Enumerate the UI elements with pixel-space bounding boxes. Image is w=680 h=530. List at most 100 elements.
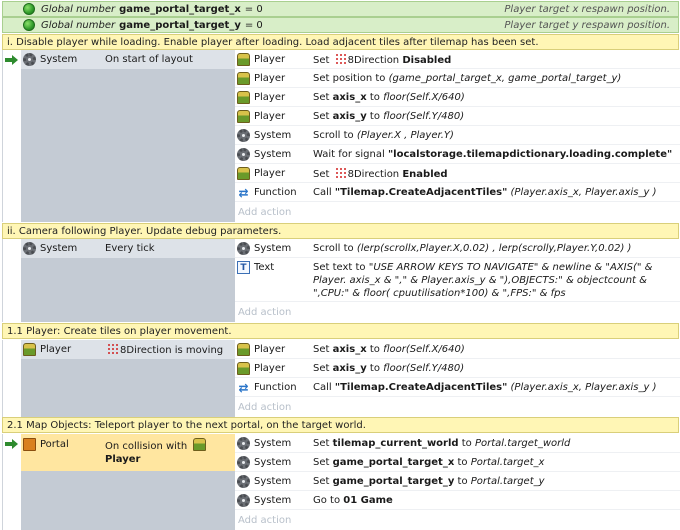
condition-text: On collision with — [105, 441, 188, 452]
function-icon: ⇄ — [238, 380, 249, 395]
gear-icon — [23, 53, 36, 66]
action-verb: Set — [313, 111, 330, 122]
action-object: Player — [254, 73, 286, 84]
condition-row[interactable]: Portal On collision with Player — [21, 434, 235, 472]
comment-row[interactable]: 2.1 Map Objects: Teleport player to the … — [2, 417, 679, 433]
global-comment: Player target x respawn position. — [504, 3, 670, 15]
condition-target: Player — [105, 454, 141, 465]
action-row[interactable]: Player Set axis_x to floor(Self.X/640) — [235, 88, 680, 107]
gear-icon — [237, 437, 250, 450]
event-block[interactable]: Portal On collision with Player System S… — [2, 434, 680, 530]
action-verb: Wait for signal — [313, 149, 385, 160]
action-row[interactable]: System Set game_portal_target_x to Porta… — [235, 453, 680, 472]
action-verb: Call — [313, 382, 332, 393]
function-icon: ⇄ — [238, 185, 249, 200]
action-row[interactable]: Player Set position to (game_portal_targ… — [235, 69, 680, 88]
event-block[interactable]: System Every tick System Scroll to (lerp… — [2, 239, 680, 322]
action-value: Disabled — [402, 55, 452, 66]
action-param: tilemap_current_world — [332, 438, 459, 449]
action-row[interactable]: System Set game_portal_target_y to Porta… — [235, 472, 680, 491]
action-object: System — [254, 149, 292, 160]
action-object: Player — [254, 92, 286, 103]
global-comment: Player target y respawn position. — [504, 19, 670, 31]
action-object: Player — [254, 54, 286, 65]
player-icon — [237, 167, 250, 180]
comment-text: ii. Camera following Player. Update debu… — [7, 225, 282, 237]
event-block[interactable]: System On start of layout Player Set 8Di… — [2, 50, 680, 222]
action-expression: (Player.X , Player.Y) — [356, 130, 454, 141]
action-row[interactable]: System Wait for signal "localstorage.til… — [235, 145, 680, 164]
action-verb: Go to — [313, 495, 341, 506]
action-param: axis_y — [332, 111, 367, 122]
arrow-right-icon — [5, 55, 19, 65]
add-action-link[interactable]: Add action — [235, 398, 680, 416]
action-row[interactable]: T Text Set text to "USE ARROW KEYS TO NAV… — [235, 258, 680, 302]
action-to: to — [461, 438, 472, 449]
gear-icon — [237, 242, 250, 255]
action-object: Text — [254, 262, 275, 273]
global-variable-row[interactable]: Global number game_portal_target_y = 0 P… — [2, 17, 679, 33]
action-object: Player — [254, 363, 286, 374]
condition-object: System — [40, 54, 78, 65]
comment-row[interactable]: 1.1 Player: Create tiles on player movem… — [2, 323, 679, 339]
action-row[interactable]: Player Set 8Direction Disabled — [235, 50, 680, 69]
comment-text: 2.1 Map Objects: Teleport player to the … — [7, 419, 366, 431]
action-verb: Scroll to — [313, 243, 354, 254]
action-param: 8Direction — [347, 55, 400, 66]
condition-object: Portal — [40, 439, 69, 450]
arrow-right-icon — [5, 439, 19, 449]
action-verb: Set — [313, 344, 330, 355]
action-expression: floor(Self.X/640) — [383, 344, 465, 355]
condition-row[interactable]: System On start of layout — [21, 50, 235, 70]
action-param: axis_x — [332, 344, 367, 355]
action-object: Function — [254, 382, 297, 393]
comment-row[interactable]: i. Disable player while loading. Enable … — [2, 34, 679, 50]
action-object: System — [254, 438, 292, 449]
action-row[interactable]: System Set tilemap_current_world to Port… — [235, 434, 680, 453]
event-block[interactable]: Player 8Direction is moving Player Set a… — [2, 340, 680, 417]
add-action-link[interactable]: Add action — [235, 511, 680, 529]
action-row[interactable]: Player Set axis_y to floor(Self.Y/480) — [235, 107, 680, 126]
condition-row[interactable]: System Every tick — [21, 239, 235, 259]
action-expression: (Player.axis_x, Player.axis_y ) — [510, 187, 657, 198]
text-icon: T — [237, 261, 250, 274]
globe-icon — [23, 3, 35, 15]
add-action-link[interactable]: Add action — [235, 303, 680, 321]
action-row[interactable]: Player Set 8Direction Enabled — [235, 164, 680, 183]
action-to: to — [369, 344, 380, 355]
action-row[interactable]: System Go to 01 Game — [235, 491, 680, 510]
gear-icon — [237, 475, 250, 488]
action-row[interactable]: ⇄ Function Call "Tilemap.CreateAdjacentTi… — [235, 183, 680, 202]
action-expression: floor(Self.X/640) — [383, 92, 465, 103]
global-variable-row[interactable]: Global number game_portal_target_x = 0 P… — [2, 1, 679, 17]
condition-column-fill — [21, 472, 235, 530]
condition-text: Every tick — [105, 243, 155, 254]
condition-column-fill — [21, 70, 235, 222]
action-verb: Scroll to — [313, 130, 354, 141]
portal-icon — [23, 438, 36, 451]
action-row[interactable]: System Scroll to (lerp(scrollx,Player.X,… — [235, 239, 680, 258]
player-icon — [237, 53, 250, 66]
action-param: game_portal_target_x — [332, 457, 455, 468]
comment-row[interactable]: ii. Camera following Player. Update debu… — [2, 223, 679, 239]
action-param: axis_x — [332, 92, 367, 103]
action-to: to — [369, 111, 380, 122]
gear-icon — [237, 494, 250, 507]
comment-text: i. Disable player while loading. Enable … — [7, 36, 539, 48]
action-verb: Set — [313, 363, 330, 374]
action-row[interactable]: ⇄ Function Call "Tilemap.CreateAdjacentTi… — [235, 378, 680, 397]
eight-direction-icon — [334, 53, 346, 64]
gear-icon — [237, 129, 250, 142]
player-icon — [23, 343, 36, 356]
action-row[interactable]: System Scroll to (Player.X , Player.Y) — [235, 126, 680, 145]
action-row[interactable]: Player Set axis_x to floor(Self.X/640) — [235, 340, 680, 359]
action-row[interactable]: Player Set axis_y to floor(Self.Y/480) — [235, 359, 680, 378]
action-verb: Set position to — [313, 73, 386, 84]
eight-direction-icon — [107, 343, 118, 354]
action-verb: Call — [313, 187, 332, 198]
action-expression: (Player.axis_x, Player.axis_y ) — [510, 382, 657, 393]
action-expression: (lerp(scrollx,Player.X,0.02) , lerp(scro… — [356, 243, 632, 254]
condition-row[interactable]: Player 8Direction is moving — [21, 340, 235, 360]
add-action-link[interactable]: Add action — [235, 203, 680, 221]
action-param: "Tilemap.CreateAdjacentTiles" — [334, 187, 508, 198]
